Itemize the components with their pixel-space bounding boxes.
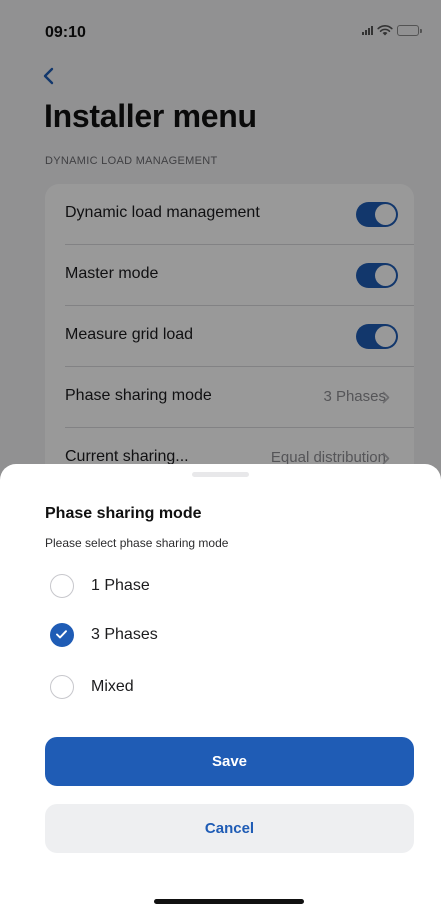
- option-label: 3 Phases: [91, 626, 158, 643]
- option-label: Mixed: [91, 678, 134, 695]
- sheet-title: Phase sharing mode: [45, 505, 202, 522]
- sheet-grabber[interactable]: [192, 472, 249, 477]
- option-1-phase[interactable]: 1 Phase: [50, 573, 150, 599]
- option-mixed[interactable]: Mixed: [50, 674, 134, 700]
- save-button[interactable]: Save: [45, 737, 414, 786]
- radio-checked-icon[interactable]: [50, 623, 74, 647]
- radio-unchecked-icon[interactable]: [50, 675, 74, 699]
- checkmark-icon: [56, 630, 67, 639]
- option-label: 1 Phase: [91, 577, 150, 594]
- radio-unchecked-icon[interactable]: [50, 574, 74, 598]
- sheet-subtitle: Please select phase sharing mode: [45, 536, 229, 550]
- cancel-button[interactable]: Cancel: [45, 804, 414, 853]
- option-3-phases[interactable]: 3 Phases: [50, 622, 158, 648]
- phase-sharing-bottom-sheet: Phase sharing mode Please select phase s…: [0, 464, 441, 904]
